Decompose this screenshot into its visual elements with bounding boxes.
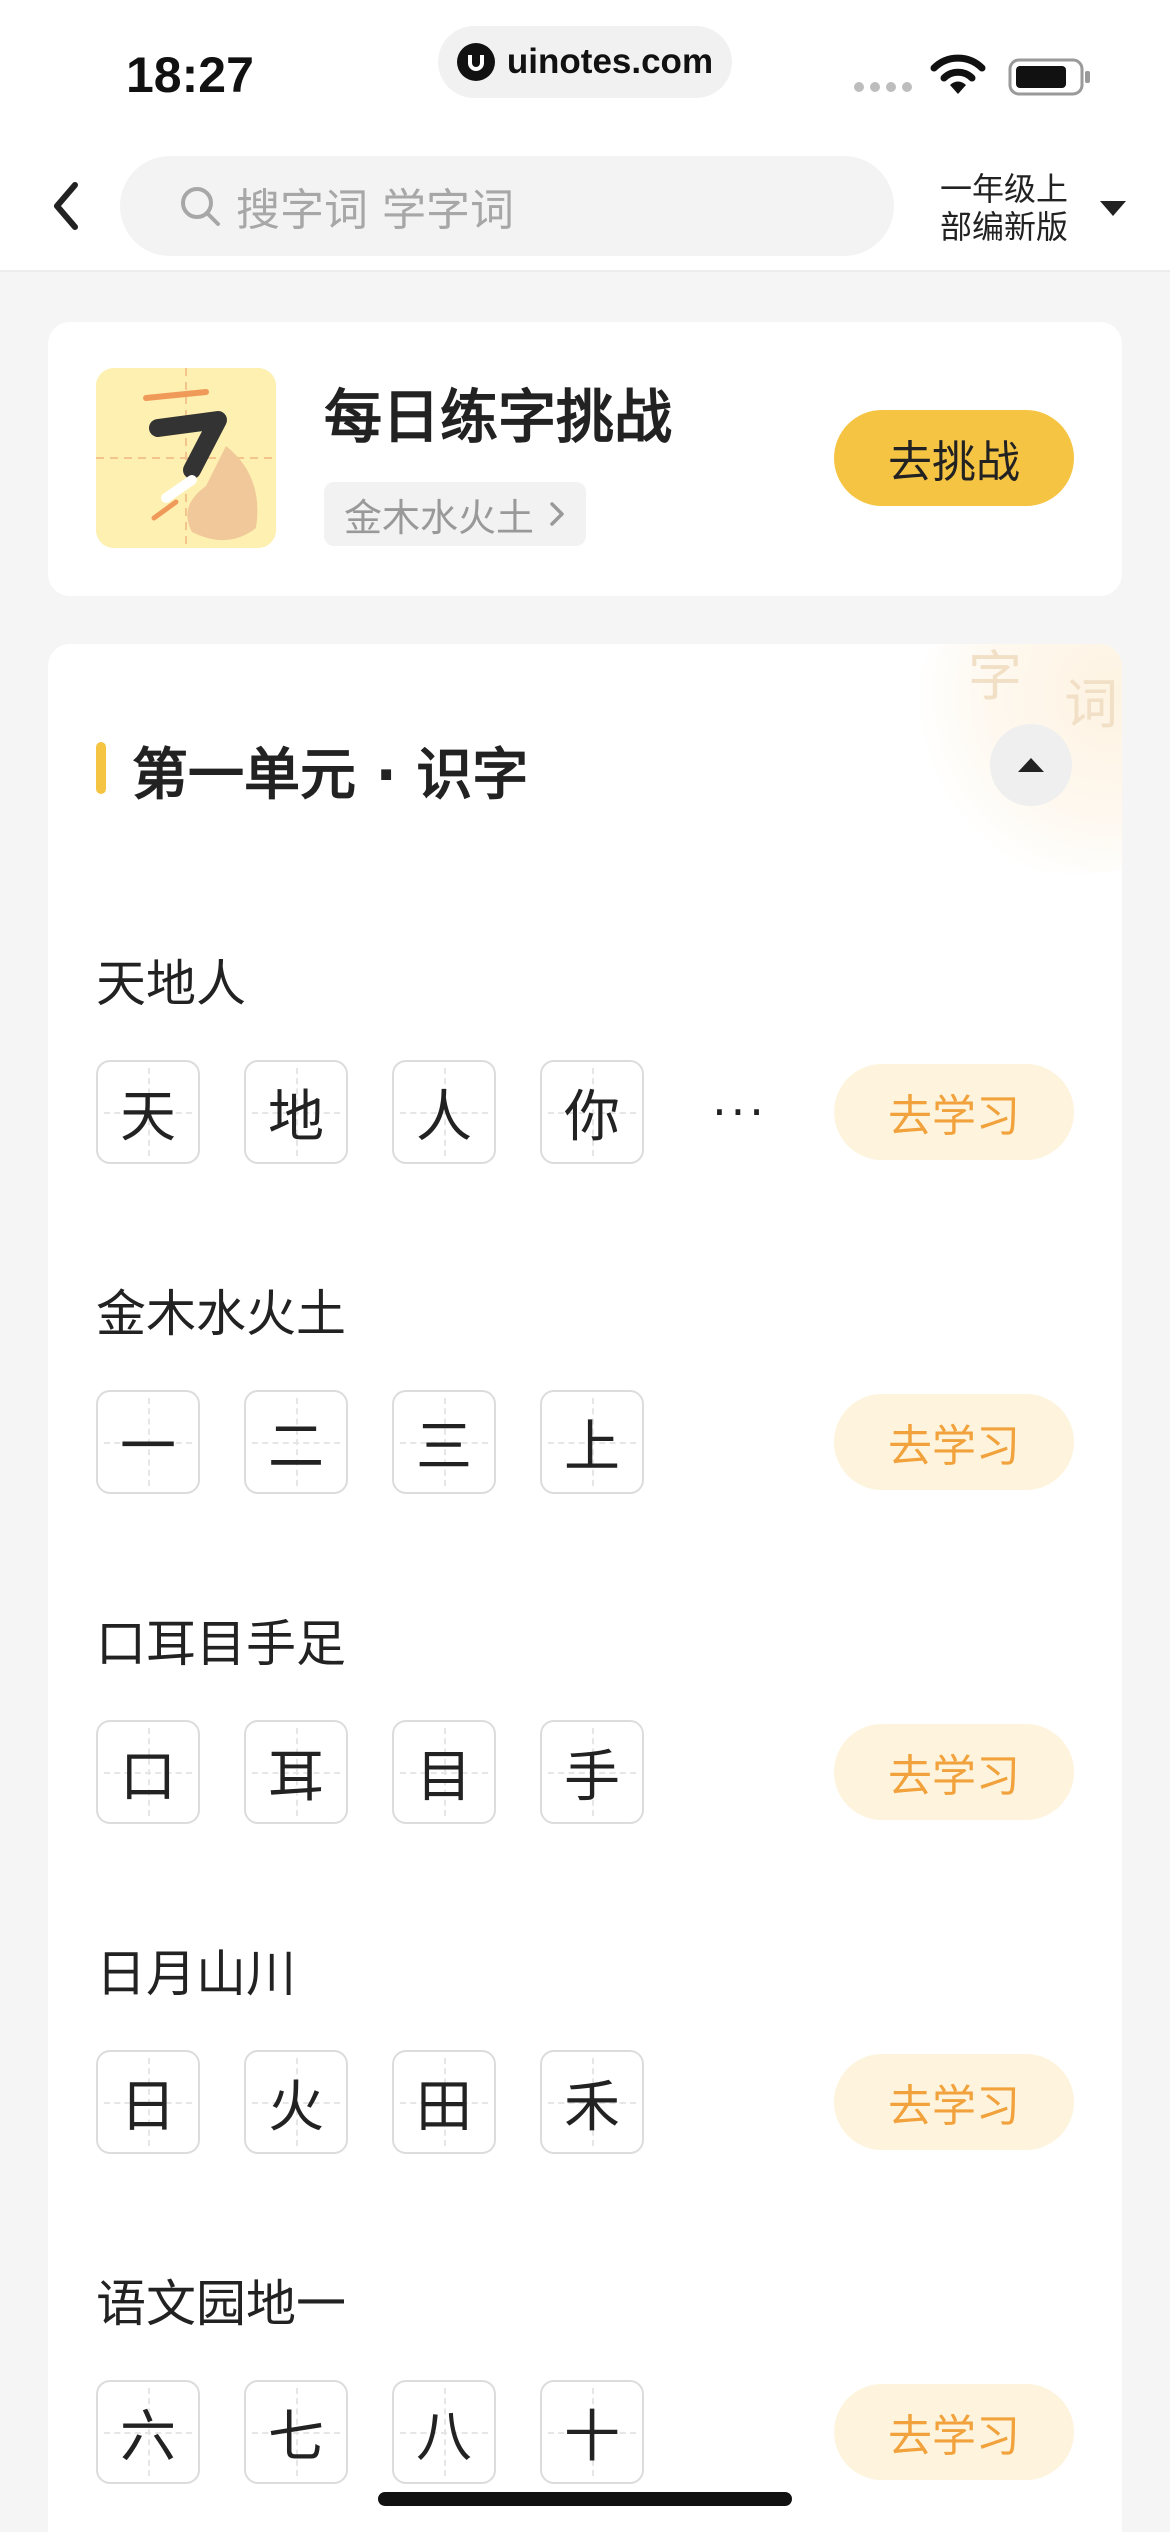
char-list: 一 二 三 上 bbox=[96, 1390, 644, 1494]
char-cell[interactable]: 三 bbox=[392, 1390, 496, 1494]
char-cell[interactable]: 八 bbox=[392, 2380, 496, 2484]
char-glyph: 八 bbox=[416, 2404, 472, 2470]
char-cell[interactable]: 耳 bbox=[244, 1720, 348, 1824]
unit-card: 字 词 第一单元 · 识字 天地人 天 地 人 你 ··· 去学习 金木水火土 … bbox=[48, 644, 1122, 2532]
go-study-button[interactable]: 去学习 bbox=[834, 2054, 1074, 2150]
chevron-left-icon bbox=[54, 182, 78, 230]
char-cell[interactable]: 日 bbox=[96, 2050, 200, 2154]
char-glyph: 禾 bbox=[564, 2074, 620, 2140]
char-list: 六 七 八 十 bbox=[96, 2380, 644, 2484]
cellular-signal-icon bbox=[854, 82, 912, 92]
url-text: uinotes.com bbox=[506, 42, 714, 81]
lesson-item: 金木水火土 一 二 三 上 去学习 bbox=[48, 1274, 1122, 1574]
char-list: 天 地 人 你 ··· bbox=[96, 1060, 792, 1164]
section-accent-bar bbox=[96, 742, 106, 794]
char-glyph: 二 bbox=[268, 1414, 324, 1480]
char-cell[interactable]: 目 bbox=[392, 1720, 496, 1824]
char-glyph: 十 bbox=[564, 2404, 620, 2470]
lesson-title: 日月山川 bbox=[96, 1945, 296, 2003]
lesson-item: 天地人 天 地 人 你 ··· 去学习 bbox=[48, 944, 1122, 1244]
char-glyph: 七 bbox=[268, 2404, 324, 2470]
char-glyph: 耳 bbox=[268, 1744, 324, 1810]
more-chars-indicator: ··· bbox=[712, 1085, 768, 1139]
char-cell[interactable]: 一 bbox=[96, 1390, 200, 1494]
lesson-title: 语文园地一 bbox=[96, 2275, 346, 2333]
wifi-icon bbox=[930, 54, 986, 100]
caret-up-icon bbox=[1018, 758, 1044, 772]
daily-challenge-card[interactable]: 每日练字挑战 金木水火土 去挑战 bbox=[48, 322, 1122, 596]
char-cell[interactable]: 上 bbox=[540, 1390, 644, 1494]
go-study-button[interactable]: 去学习 bbox=[834, 1064, 1074, 1160]
char-cell[interactable]: 口 bbox=[96, 1720, 200, 1824]
char-glyph: 口 bbox=[120, 1744, 176, 1810]
status-time: 18:27 bbox=[126, 47, 254, 103]
char-cell[interactable]: 十 bbox=[540, 2380, 644, 2484]
char-cell[interactable]: 天 bbox=[96, 1060, 200, 1164]
caret-down-icon bbox=[1100, 201, 1126, 216]
char-glyph: 人 bbox=[416, 1084, 472, 1150]
go-study-button[interactable]: 去学习 bbox=[834, 1394, 1074, 1490]
char-glyph: 日 bbox=[120, 2074, 176, 2140]
lesson-item: 口耳目手足 口 耳 目 手 去学习 bbox=[48, 1604, 1122, 1904]
site-logo-icon bbox=[456, 43, 495, 81]
battery-icon bbox=[1008, 58, 1092, 100]
char-glyph: 田 bbox=[416, 2074, 472, 2140]
lesson-item: 日月山川 日 火 田 禾 去学习 bbox=[48, 1934, 1122, 2234]
char-cell[interactable]: 手 bbox=[540, 1720, 644, 1824]
chevron-right-icon bbox=[550, 502, 564, 526]
char-cell[interactable]: 七 bbox=[244, 2380, 348, 2484]
char-glyph: 火 bbox=[268, 2074, 324, 2140]
char-glyph: 地 bbox=[268, 1084, 324, 1150]
char-glyph: 一 bbox=[120, 1414, 176, 1480]
char-glyph: 你 bbox=[564, 1084, 620, 1150]
lesson-title: 口耳目手足 bbox=[96, 1615, 346, 1673]
challenge-lesson-tag[interactable]: 金木水火土 bbox=[324, 482, 587, 546]
char-glyph: 天 bbox=[120, 1084, 176, 1150]
top-navigation: 搜字词 学字词 一年级上 部编新版 bbox=[0, 140, 1170, 272]
lesson-title: 金木水火土 bbox=[96, 1285, 346, 1343]
char-glyph: 手 bbox=[564, 1744, 620, 1810]
status-bar: 18:27 uinotes.com bbox=[0, 0, 1170, 140]
go-study-button[interactable]: 去学习 bbox=[834, 1724, 1074, 1820]
search-input[interactable]: 搜字词 学字词 bbox=[120, 156, 894, 256]
url-pill[interactable]: uinotes.com bbox=[438, 26, 732, 98]
char-cell[interactable]: 田 bbox=[392, 2050, 496, 2154]
char-list: 日 火 田 禾 bbox=[96, 2050, 644, 2154]
char-cell[interactable]: 地 bbox=[244, 1060, 348, 1164]
challenge-title: 每日练字挑战 bbox=[324, 383, 673, 451]
char-cell[interactable]: 人 bbox=[392, 1060, 496, 1164]
char-cell[interactable]: 火 bbox=[244, 2050, 348, 2154]
char-glyph: 六 bbox=[120, 2404, 176, 2470]
char-list: 口 耳 目 手 bbox=[96, 1720, 644, 1824]
char-glyph: 上 bbox=[564, 1414, 620, 1480]
char-glyph: 三 bbox=[416, 1414, 472, 1480]
challenge-lesson-label: 金木水火土 bbox=[344, 495, 535, 540]
go-challenge-button[interactable]: 去挑战 bbox=[834, 410, 1074, 506]
char-cell[interactable]: 你 bbox=[540, 1060, 644, 1164]
deco-char: 词 bbox=[1064, 673, 1118, 736]
unit-title: 第一单元 · 识字 bbox=[132, 743, 529, 808]
char-cell[interactable]: 二 bbox=[244, 1390, 348, 1494]
collapse-button[interactable] bbox=[990, 724, 1072, 806]
lesson-title: 天地人 bbox=[96, 955, 246, 1013]
char-glyph: 目 bbox=[416, 1744, 472, 1810]
home-indicator[interactable] bbox=[378, 2492, 792, 2506]
char-cell[interactable]: 六 bbox=[96, 2380, 200, 2484]
char-cell[interactable]: 禾 bbox=[540, 2050, 644, 2154]
search-icon bbox=[181, 187, 220, 226]
brush-illustration-icon bbox=[96, 368, 276, 548]
deco-char: 字 bbox=[968, 645, 1022, 708]
back-button[interactable] bbox=[44, 176, 88, 236]
go-study-button[interactable]: 去学习 bbox=[834, 2384, 1074, 2480]
search-placeholder: 搜字词 学字词 bbox=[236, 185, 514, 236]
grade-selector[interactable]: 一年级上 部编新版 bbox=[940, 170, 1140, 250]
